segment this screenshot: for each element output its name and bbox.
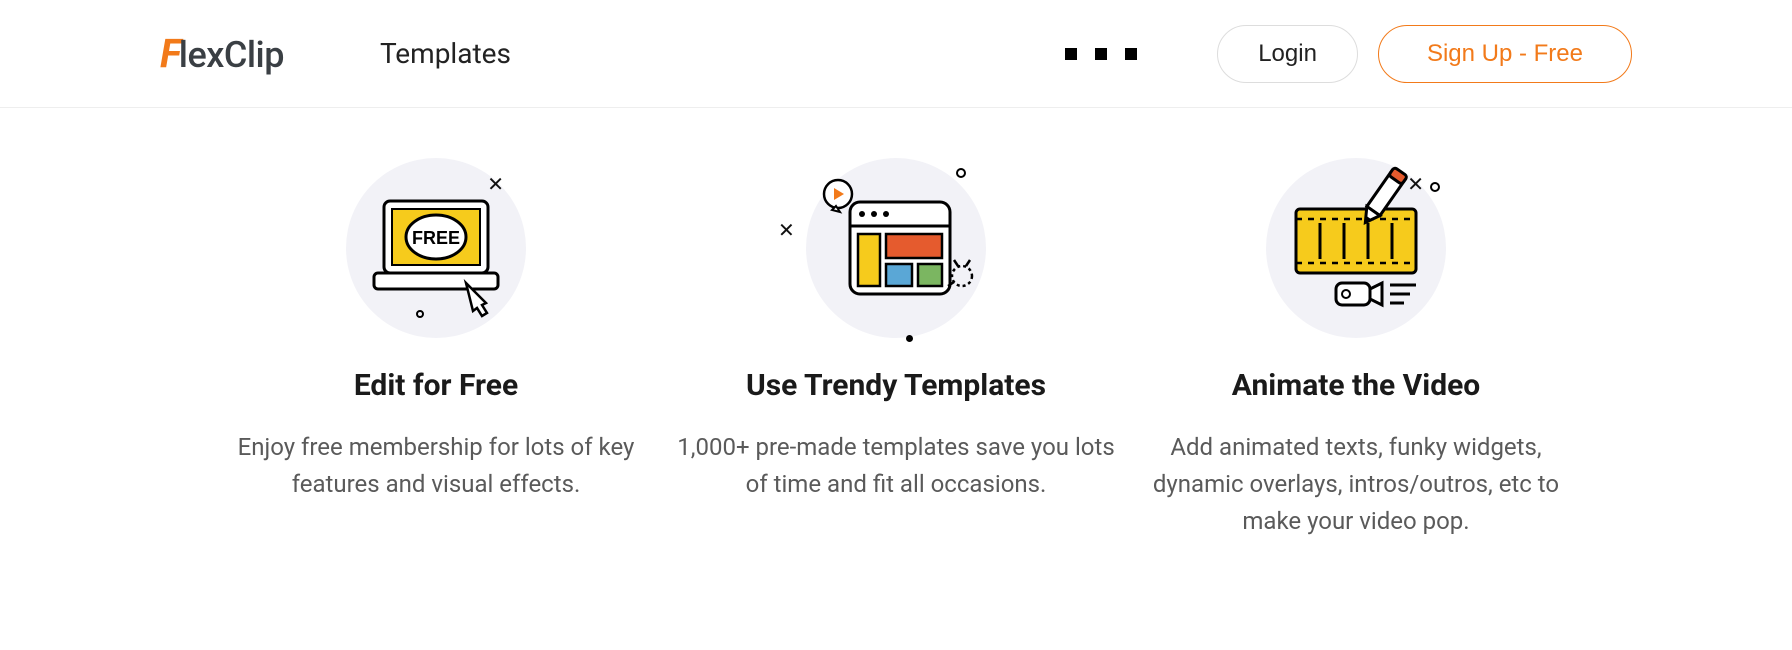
feature-title: Animate the Video bbox=[1131, 368, 1581, 403]
feature-title: Edit for Free bbox=[211, 368, 661, 403]
laptop-free-icon: ✕ FREE bbox=[346, 158, 526, 338]
logo-f-mark: F bbox=[160, 30, 181, 77]
overflow-menu[interactable] bbox=[1065, 48, 1137, 60]
feature-card-animate: ✕ bbox=[1131, 158, 1581, 541]
brand-logo[interactable]: FlexClip bbox=[160, 30, 284, 77]
signup-button[interactable]: Sign Up - Free bbox=[1378, 25, 1632, 83]
svg-text:FREE: FREE bbox=[412, 228, 460, 248]
feature-desc: Enjoy free membership for lots of key fe… bbox=[211, 429, 661, 503]
feature-title: Use Trendy Templates bbox=[671, 368, 1121, 403]
login-button[interactable]: Login bbox=[1217, 25, 1358, 83]
dot-icon bbox=[1065, 48, 1077, 60]
templates-icon: ✕ bbox=[806, 158, 986, 338]
feature-card-templates: ✕ Use Trendy Templa bbox=[671, 158, 1121, 541]
features-row: ✕ FREE Edit for Free Enjoy free membersh… bbox=[0, 108, 1792, 541]
feature-desc: 1,000+ pre-made templates save you lots … bbox=[671, 429, 1121, 503]
dot-icon bbox=[1095, 48, 1107, 60]
dot-icon bbox=[1125, 48, 1137, 60]
logo-text: lexClip bbox=[179, 34, 284, 76]
animate-video-icon: ✕ bbox=[1266, 158, 1446, 338]
feature-desc: Add animated texts, funky widgets, dynam… bbox=[1131, 429, 1581, 541]
nav-templates[interactable]: Templates bbox=[380, 37, 511, 70]
feature-card-edit-free: ✕ FREE Edit for Free Enjoy free membersh… bbox=[211, 158, 661, 541]
site-header: FlexClip Templates Login Sign Up - Free bbox=[0, 0, 1792, 108]
